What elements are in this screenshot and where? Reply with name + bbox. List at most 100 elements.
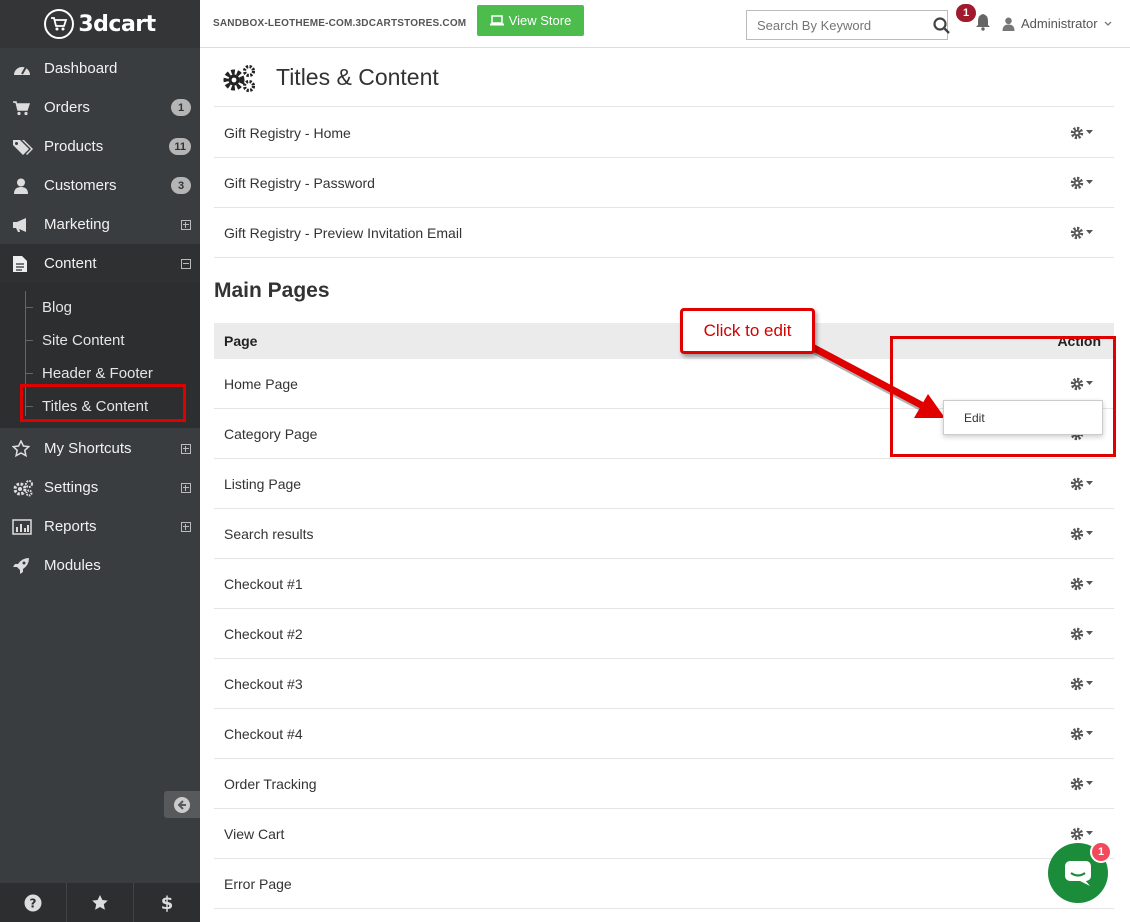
nav-content[interactable]: Content bbox=[0, 244, 200, 283]
nav-reports[interactable]: Reports bbox=[0, 507, 200, 546]
submenu-item-blog[interactable]: Blog bbox=[25, 292, 72, 322]
billing-button[interactable]: $ bbox=[134, 883, 200, 922]
row-label: Listing Page bbox=[224, 475, 302, 492]
cart-icon bbox=[0, 100, 44, 116]
gear-icon bbox=[1070, 126, 1084, 139]
submenu-item-site-content[interactable]: Site Content bbox=[25, 325, 125, 355]
notifications-button[interactable]: 1 bbox=[956, 4, 991, 36]
expand-plus-icon[interactable] bbox=[181, 482, 191, 493]
table-row: View Cart bbox=[214, 809, 1114, 859]
callout-annotation: Click to edit bbox=[680, 308, 815, 354]
table-row: Checkout #1 bbox=[214, 559, 1114, 609]
gear-icon bbox=[1070, 176, 1084, 189]
row-label: Gift Registry - Preview Invitation Email bbox=[224, 224, 463, 241]
table-row: Checkout #3 bbox=[214, 659, 1114, 709]
caret-down-icon bbox=[1086, 581, 1093, 585]
row-action-gear-button[interactable] bbox=[1070, 627, 1093, 641]
row-label: Checkout #4 bbox=[224, 725, 303, 742]
customers-count-badge: 3 bbox=[171, 177, 191, 194]
favorites-button[interactable] bbox=[67, 883, 134, 922]
nav-settings[interactable]: Settings bbox=[0, 468, 200, 507]
search-input[interactable] bbox=[747, 12, 933, 38]
collapse-sidebar-button[interactable] bbox=[164, 791, 200, 818]
caret-down-icon bbox=[1086, 481, 1093, 485]
nav-label: Settings bbox=[44, 479, 99, 496]
store-url: SANDBOX-LEOTHEME-COM.3DCARTSTORES.COM bbox=[213, 18, 467, 29]
nav-customers[interactable]: Customers 3 bbox=[0, 166, 200, 205]
row-action-gear-button[interactable] bbox=[1070, 527, 1093, 541]
section-title: Main Pages bbox=[214, 279, 330, 302]
expand-plus-icon[interactable] bbox=[181, 521, 191, 532]
row-action-gear-button[interactable] bbox=[1070, 176, 1093, 190]
row-action-gear-button[interactable] bbox=[1070, 827, 1093, 841]
row-label: Gift Registry - Password bbox=[224, 174, 375, 191]
orders-count-badge: 1 bbox=[171, 99, 191, 116]
top-bar: SANDBOX-LEOTHEME-COM.3DCARTSTORES.COM Vi… bbox=[200, 0, 1130, 48]
row-action-gear-button[interactable] bbox=[1070, 577, 1093, 591]
table-row: Gift Registry - Preview Invitation Email bbox=[214, 208, 1114, 258]
submenu-label: Header & Footer bbox=[42, 364, 153, 382]
table-row: Order Tracking bbox=[214, 759, 1114, 809]
caret-down-icon bbox=[1086, 130, 1093, 134]
notification-count-badge: 1 bbox=[956, 4, 976, 22]
nav-dashboard[interactable]: Dashboard bbox=[0, 49, 200, 88]
view-store-button[interactable]: View Store bbox=[477, 5, 584, 36]
nav-modules[interactable]: Modules bbox=[0, 546, 200, 585]
nav-marketing[interactable]: Marketing bbox=[0, 205, 200, 244]
row-action-gear-button[interactable] bbox=[1070, 727, 1093, 741]
user-icon bbox=[0, 178, 44, 194]
caret-down-icon bbox=[1086, 531, 1093, 535]
gear-icon bbox=[1070, 727, 1084, 740]
user-menu[interactable]: Administrator bbox=[1002, 16, 1112, 31]
page-title: Titles & Content bbox=[276, 64, 439, 90]
view-store-label: View Store bbox=[508, 13, 572, 28]
row-action-gear-button[interactable] bbox=[1070, 777, 1093, 791]
cart-logo-icon bbox=[44, 9, 75, 39]
expand-plus-icon[interactable] bbox=[181, 219, 191, 230]
row-label: View Cart bbox=[224, 825, 285, 842]
expand-plus-icon[interactable] bbox=[181, 443, 191, 454]
collapse-minus-icon[interactable] bbox=[181, 258, 191, 269]
row-label: Checkout #2 bbox=[224, 625, 303, 642]
caret-down-icon bbox=[1086, 781, 1093, 785]
table-row: Error Page bbox=[214, 859, 1114, 909]
star-icon bbox=[0, 439, 44, 458]
search-icon[interactable] bbox=[933, 16, 950, 34]
gear-icon bbox=[1070, 777, 1084, 790]
action-dropdown-menu: Edit bbox=[943, 400, 1103, 435]
help-button[interactable]: ? bbox=[0, 883, 67, 922]
nav-products[interactable]: Products 11 bbox=[0, 127, 200, 166]
gear-icon bbox=[1070, 226, 1084, 239]
megaphone-icon bbox=[0, 217, 44, 233]
caret-down-icon bbox=[1086, 230, 1093, 234]
row-action-gear-button[interactable] bbox=[1070, 477, 1093, 491]
nav-label: Customers bbox=[44, 177, 117, 194]
submenu-label: Site Content bbox=[42, 331, 125, 349]
nav-label: Dashboard bbox=[44, 60, 118, 77]
table-row: Search results bbox=[214, 509, 1114, 559]
submenu-label: Blog bbox=[42, 298, 73, 316]
nav-orders[interactable]: Orders 1 bbox=[0, 88, 200, 127]
logo-text: 3dcart bbox=[78, 11, 156, 37]
sidebar-bottom-bar: ? $ bbox=[0, 883, 200, 922]
table-row: Gift Registry - Home bbox=[214, 108, 1114, 158]
file-icon bbox=[0, 255, 44, 273]
row-action-gear-button[interactable] bbox=[1070, 126, 1093, 140]
row-action-gear-button[interactable] bbox=[1070, 677, 1093, 691]
star-icon bbox=[92, 894, 108, 910]
gear-icon bbox=[1070, 477, 1084, 490]
gear-icon bbox=[1070, 577, 1084, 590]
caret-down-icon bbox=[1086, 681, 1093, 685]
gear-icon bbox=[1070, 827, 1084, 840]
highlight-annotation-box bbox=[20, 384, 186, 422]
nav-label: Modules bbox=[44, 557, 101, 574]
row-action-gear-button[interactable] bbox=[1070, 226, 1093, 240]
logo[interactable]: 3dcart bbox=[0, 0, 200, 48]
bar-chart-icon bbox=[0, 518, 44, 535]
chevron-down-icon bbox=[1104, 21, 1112, 26]
nav-my-shortcuts[interactable]: My Shortcuts bbox=[0, 429, 200, 468]
table-row: Gift Registry - Password bbox=[214, 158, 1114, 208]
cogs-icon bbox=[0, 479, 44, 497]
nav-label: Products bbox=[44, 138, 104, 155]
edit-menu-item[interactable]: Edit bbox=[964, 411, 985, 425]
